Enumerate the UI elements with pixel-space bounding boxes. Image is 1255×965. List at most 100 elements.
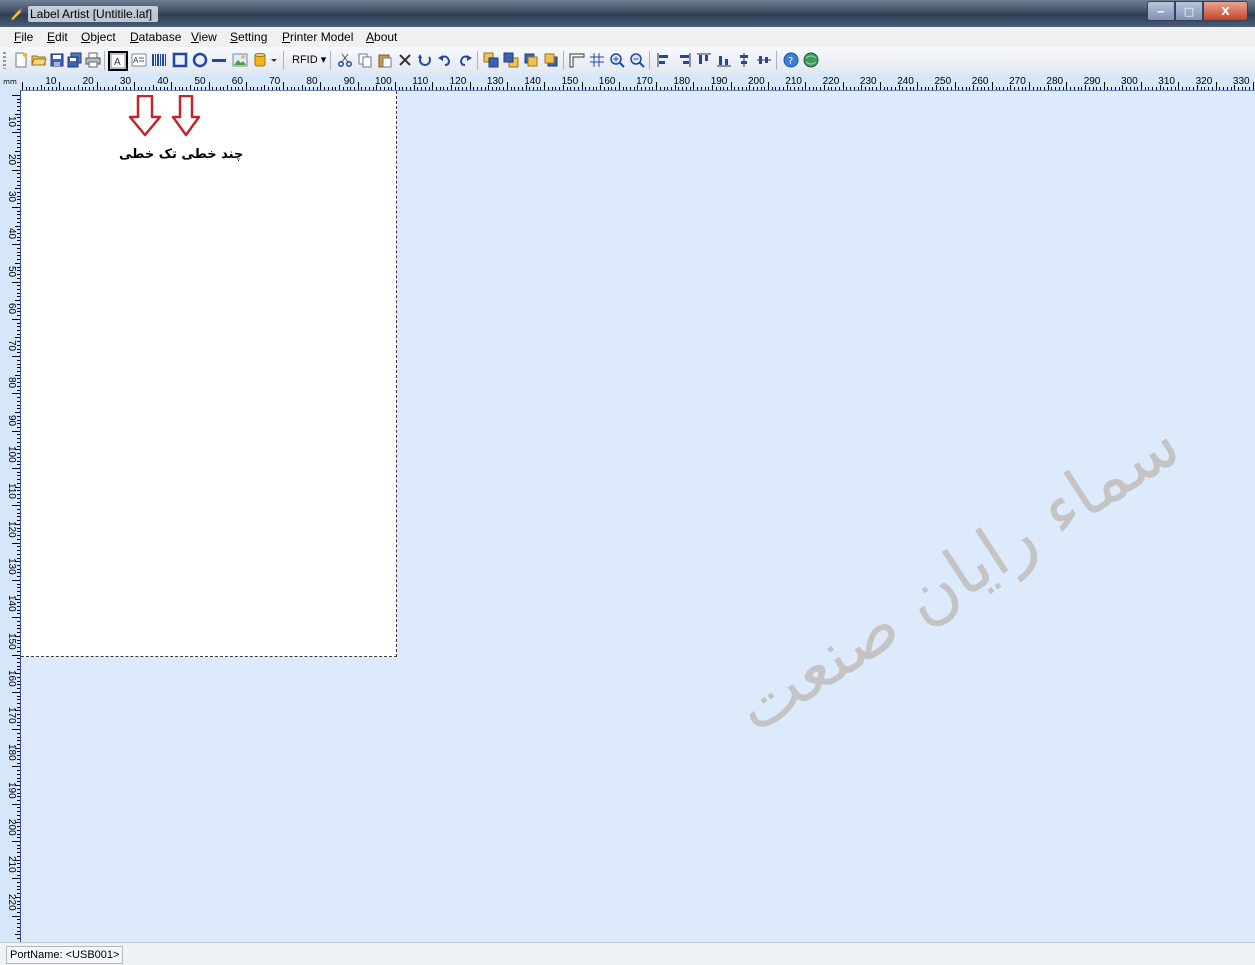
- ruler-tick: [17, 587, 20, 589]
- ruler-tick: [17, 796, 20, 798]
- align-right-icon[interactable]: [676, 52, 692, 68]
- ruler-tick: [17, 404, 20, 406]
- menu-object[interactable]: Object: [81, 30, 116, 44]
- help-icon[interactable]: ?: [783, 52, 799, 68]
- bring-front-icon[interactable]: [483, 52, 499, 68]
- menu-about[interactable]: About: [366, 30, 397, 44]
- ruler-tick: [1185, 87, 1187, 90]
- menu-file[interactable]: File: [14, 30, 33, 44]
- text-icon[interactable]: A: [108, 51, 128, 71]
- menu-view[interactable]: View: [191, 30, 217, 44]
- label-canvas[interactable]: [21, 91, 397, 657]
- ruler-tick: [17, 777, 20, 779]
- align-left-icon[interactable]: [656, 52, 672, 68]
- ruler-tick: [17, 438, 20, 440]
- center-vertical-icon[interactable]: [736, 52, 752, 68]
- ruler-tick: [163, 87, 165, 90]
- maximize-button[interactable]: □: [1175, 1, 1203, 21]
- ruler-tick: [965, 87, 967, 90]
- ruler-tick: [17, 255, 20, 257]
- rfid-button[interactable]: RFID ▾: [290, 52, 328, 68]
- ruler-tick: [644, 87, 646, 90]
- new-file-icon[interactable]: [13, 52, 29, 68]
- ruler-tick: [17, 479, 20, 481]
- cut-icon[interactable]: [337, 52, 353, 68]
- toolbar-separator: [649, 51, 650, 70]
- menu-printer-model[interactable]: Printer Model: [282, 30, 353, 44]
- ruler-tick: [17, 870, 20, 872]
- save-all-icon[interactable]: [67, 52, 83, 68]
- workspace[interactable]: چند خطی تک خطی سماء رایان صنعت: [21, 91, 1255, 942]
- horizontal-ruler: 10 20 30 40 50 60 70 80 90 100 110 120 130 140 150 160 1…: [20, 74, 1255, 91]
- barcode-icon[interactable]: [151, 52, 167, 68]
- center-horizontal-icon[interactable]: [756, 52, 772, 68]
- ruler-tick: [671, 87, 673, 90]
- ruler-tick: [753, 87, 755, 90]
- ruler-tick: [33, 87, 35, 90]
- open-folder-icon[interactable]: [31, 52, 47, 68]
- ruler-tick: [17, 199, 20, 201]
- zoom-in-icon[interactable]: [609, 52, 625, 68]
- ellipse-icon[interactable]: [192, 52, 208, 68]
- align-bottom-icon[interactable]: [716, 52, 732, 68]
- ruler-label: 100: [375, 76, 392, 87]
- save-icon[interactable]: [49, 52, 65, 68]
- ruler-tick: [577, 87, 579, 90]
- ruler-tick: [17, 535, 20, 537]
- delete-icon[interactable]: [397, 52, 413, 68]
- ruler-tick: [17, 210, 20, 212]
- multiline-text-icon[interactable]: A: [131, 52, 147, 68]
- image-icon[interactable]: [232, 52, 248, 68]
- ruler-tick: [331, 87, 333, 90]
- close-button[interactable]: X: [1203, 1, 1248, 21]
- ruler-tick: [1163, 87, 1165, 90]
- ruler-tick: [458, 87, 460, 90]
- globe-icon[interactable]: [803, 52, 819, 68]
- rectangle-icon[interactable]: [172, 52, 188, 68]
- ruler-tick: [477, 87, 479, 90]
- ruler-tick: [838, 87, 840, 90]
- send-back-icon[interactable]: [503, 52, 519, 68]
- ruler-tick: [327, 87, 329, 90]
- print-icon[interactable]: [85, 52, 101, 68]
- undo-icon[interactable]: [437, 52, 453, 68]
- dropdown-arrow-icon[interactable]: [270, 52, 278, 68]
- ruler-tick: [15, 150, 20, 152]
- ruler-icon[interactable]: [569, 52, 585, 68]
- redo-icon[interactable]: [457, 52, 473, 68]
- database-icon[interactable]: [252, 52, 268, 68]
- align-top-icon[interactable]: [696, 52, 712, 68]
- ruler-tick: [17, 184, 20, 186]
- ruler-tick: [961, 87, 963, 90]
- ruler-tick: [544, 82, 546, 90]
- ruler-tick: [17, 378, 20, 380]
- grid-icon[interactable]: [589, 52, 605, 68]
- ruler-tick: [182, 87, 184, 90]
- menu-edit[interactable]: Edit: [47, 30, 68, 44]
- line-icon[interactable]: [211, 52, 227, 68]
- ruler-tick: [510, 87, 512, 90]
- ruler-tick: [309, 87, 311, 90]
- ruler-tick: [15, 188, 20, 190]
- ruler-tick: [1092, 87, 1094, 90]
- ruler-tick: [917, 82, 919, 90]
- ruler-tick: [346, 87, 348, 90]
- zoom-out-icon[interactable]: [629, 52, 645, 68]
- toolbar-grip[interactable]: [3, 52, 6, 69]
- ruler-tick: [17, 811, 20, 813]
- ruler-tick: [17, 385, 20, 387]
- ruler-tick: [12, 878, 20, 880]
- menu-setting[interactable]: Setting: [230, 30, 267, 44]
- ruler-tick: [189, 85, 191, 90]
- refresh-icon[interactable]: [417, 52, 433, 68]
- menu-database[interactable]: Database: [130, 30, 181, 44]
- ruler-tick: [383, 87, 385, 90]
- toolbar-separator: [563, 51, 564, 70]
- ruler-tick: [995, 87, 997, 90]
- send-backward-icon[interactable]: [543, 52, 559, 68]
- ruler-tick: [12, 915, 20, 917]
- minimize-button[interactable]: ‒: [1147, 1, 1175, 21]
- bring-forward-icon[interactable]: [523, 52, 539, 68]
- paste-icon[interactable]: [377, 52, 393, 68]
- copy-icon[interactable]: [357, 52, 373, 68]
